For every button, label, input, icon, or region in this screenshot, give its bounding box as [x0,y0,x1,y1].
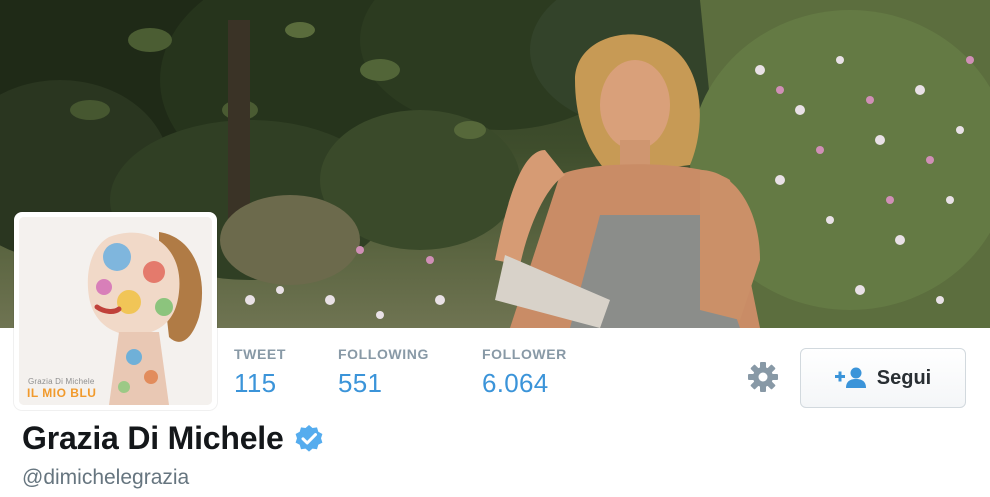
user-settings-button[interactable] [744,358,782,396]
follow-button-label: Segui [876,366,932,389]
stat-label: TWEET [234,346,286,362]
stat-following[interactable]: FOLLOWING 551 [338,346,429,399]
add-user-icon [834,367,866,388]
profile-screen-name[interactable]: @dimichelegrazia [22,466,189,490]
verified-badge-icon[interactable] [294,424,324,454]
gear-icon [748,362,778,392]
stat-followers[interactable]: FOLLOWER 6.064 [482,346,567,399]
stat-value: 6.064 [482,368,549,398]
profile-fullname[interactable]: Grazia Di Michele [22,420,284,457]
stat-label: FOLLOWING [338,346,429,362]
stat-tweets[interactable]: TWEET 115 [234,346,286,399]
profile-name: Grazia Di Michele [22,420,324,457]
profile-avatar[interactable]: Grazia Di Michele IL MIO BLU [14,212,217,410]
stat-value: 115 [234,368,277,398]
album-title-text: IL MIO BLU [27,386,97,400]
stat-value: 551 [338,368,383,398]
album-credit-text: Grazia Di Michele [28,377,95,386]
stat-label: FOLLOWER [482,346,567,362]
follow-button[interactable]: Segui [800,348,966,408]
